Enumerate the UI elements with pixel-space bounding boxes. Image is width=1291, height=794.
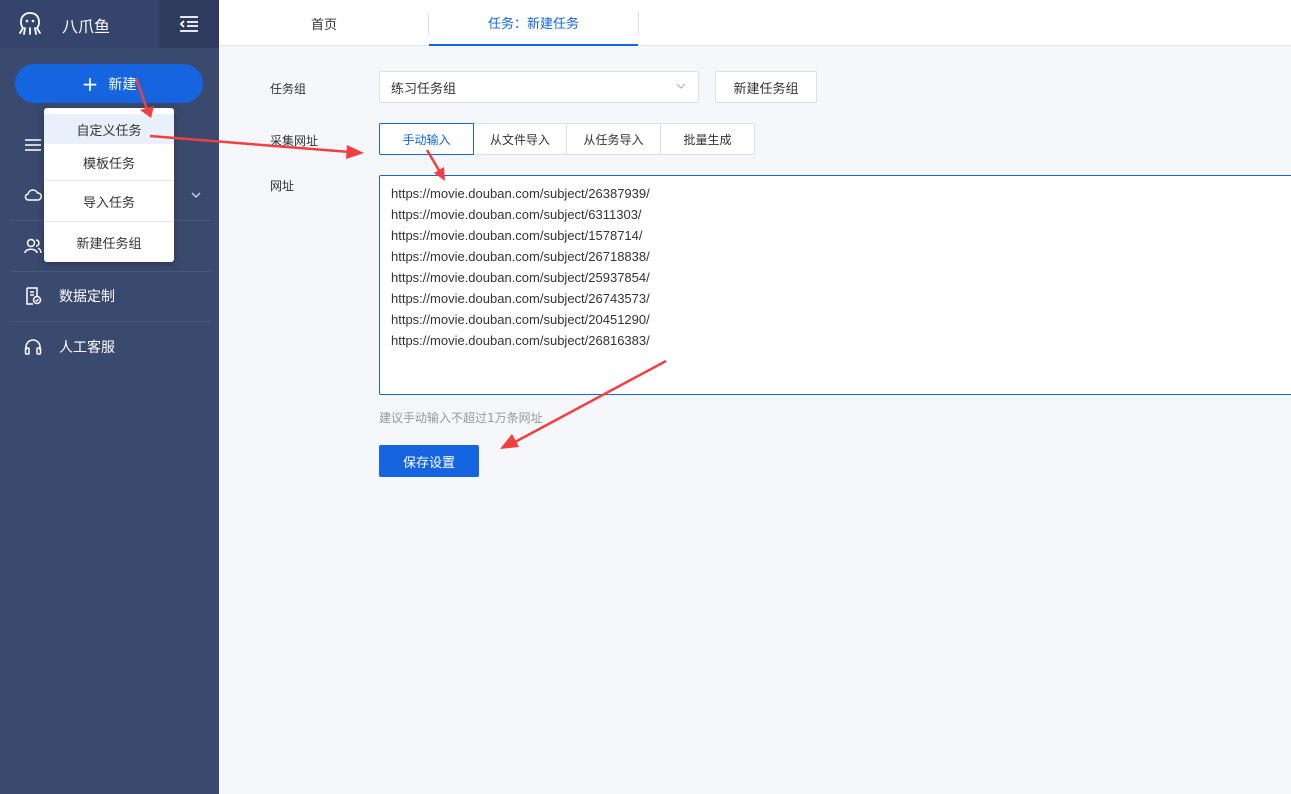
url-line: https://movie.douban.com/subject/2045129… (391, 312, 650, 327)
octopus-logo-icon (19, 12, 41, 35)
url-line: https://movie.douban.com/subject/6311303… (391, 207, 642, 222)
menu-item-custom-task[interactable]: 自定义任务 (44, 114, 174, 144)
menu-item-new-task-group[interactable]: 新建任务组 (44, 222, 174, 262)
new-dropdown-menu: 自定义任务 模板任务 导入任务 新建任务组 (44, 108, 174, 262)
tab-bar: 首页 任务：新建任务 (219, 0, 1291, 46)
chevron-down-icon (676, 83, 686, 89)
url-line: https://movie.douban.com/subject/2593785… (391, 270, 650, 285)
collapse-menu-icon (179, 16, 198, 32)
menu-item-label: 自定义任务 (76, 123, 142, 139)
new-task-group-button[interactable]: 新建任务组 (715, 71, 817, 103)
source-manual-input[interactable]: 手动输入 (379, 123, 474, 155)
tab-new-task[interactable]: 任务：新建任务 (429, 0, 638, 46)
segment-label: 批量生成 (683, 132, 732, 147)
tab-home[interactable]: 首页 (219, 0, 429, 46)
sidebar-item-label: 人工客服 (59, 340, 115, 356)
menu-item-label: 导入任务 (82, 195, 135, 211)
tab-label: 首页 (310, 17, 337, 33)
plus-icon: + (81, 71, 99, 96)
menu-item-label: 新建任务组 (76, 236, 142, 252)
sidebar-collapse-button[interactable] (159, 0, 219, 48)
headset-icon (24, 339, 42, 355)
segment-label: 从任务导入 (583, 132, 644, 147)
url-textarea[interactable]: https://movie.douban.com/subject/2638793… (379, 175, 1291, 395)
button-label: 新建任务组 (733, 81, 799, 97)
tab-divider (638, 12, 639, 34)
source-from-file[interactable]: 从文件导入 (473, 123, 567, 155)
sidebar-item-label: 数据定制 (59, 289, 115, 305)
url-hint: 建议手动输入不超过1万条网址 (379, 411, 543, 425)
url-line: https://movie.douban.com/subject/2671883… (391, 249, 650, 264)
tab-label: 任务：新建任务 (487, 16, 579, 32)
task-group-select[interactable]: 练习任务组 (379, 71, 699, 103)
new-button-label: 新建 (108, 76, 137, 93)
task-group-label: 任务组 (270, 82, 307, 96)
document-check-icon (26, 287, 42, 305)
button-label: 保存设置 (402, 455, 455, 471)
users-icon (24, 238, 42, 254)
menu-item-template-task[interactable]: 模板任务 (44, 144, 174, 180)
url-line: https://movie.douban.com/subject/2638793… (391, 186, 650, 201)
url-line: https://movie.douban.com/subject/2674357… (391, 291, 650, 306)
task-group-value: 练习任务组 (391, 81, 457, 97)
url-label: 网址 (270, 179, 295, 193)
segment-label: 从文件导入 (489, 132, 550, 147)
menu-item-import-task[interactable]: 导入任务 (44, 181, 174, 221)
cloud-icon (24, 189, 42, 201)
url-line: https://movie.douban.com/subject/2681638… (391, 333, 650, 348)
source-batch-generate[interactable]: 批量生成 (660, 123, 755, 155)
menu-item-label: 模板任务 (82, 156, 135, 172)
save-settings-button[interactable]: 保存设置 (379, 445, 479, 477)
source-label: 采集网址 (270, 134, 319, 148)
source-from-task[interactable]: 从任务导入 (566, 123, 661, 155)
app-title: 八爪鱼 (62, 17, 111, 36)
list-icon (25, 139, 41, 151)
sidebar-item-data-custom[interactable]: 数据定制 (0, 271, 219, 321)
segment-label: 手动输入 (402, 132, 451, 147)
sidebar-item-support[interactable]: 人工客服 (0, 322, 219, 372)
url-line: https://movie.douban.com/subject/1578714… (391, 228, 643, 243)
chevron-down-icon (191, 192, 201, 199)
new-button[interactable]: + 新建 (15, 64, 203, 103)
sidebar-header: 八爪鱼 (0, 0, 219, 48)
